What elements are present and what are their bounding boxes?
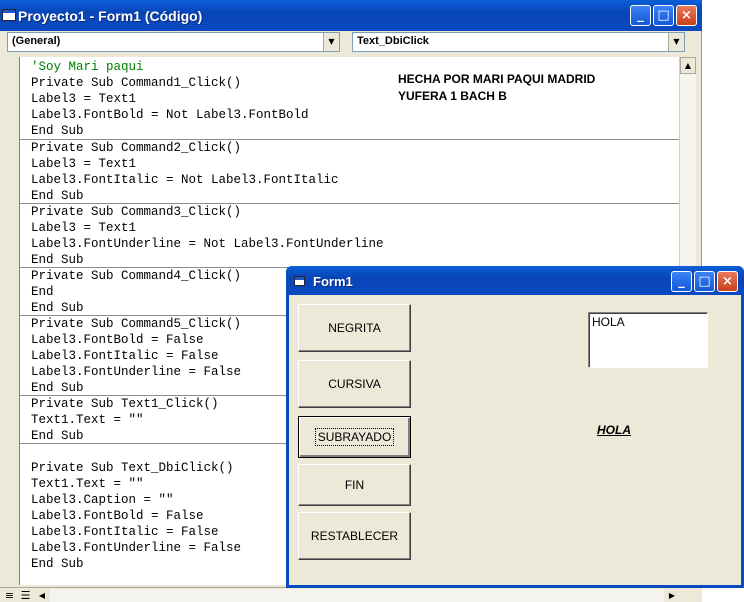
chevron-down-icon[interactable]: ▼ [668,33,684,51]
horizontal-scrollbar[interactable] [50,589,664,602]
author-note: HECHA POR MARI PAQUI MADRID YUFERA 1 BAC… [398,71,595,105]
code-line: Label3.FontItalic = Not Label3.FontItali… [31,173,339,187]
subrayado-button[interactable]: SUBRAYADO [298,416,411,458]
chevron-down-icon[interactable]: ▼ [323,33,339,51]
code-line: End Sub [31,189,84,203]
code-procedure-block: Private Sub Command2_Click() Label3 = Te… [20,139,679,204]
text1-input[interactable]: HOLA [588,312,708,368]
restablecer-button-label: RESTABLECER [310,529,399,543]
label3: HOLA [597,423,631,437]
form1-window: Form1 _ □ × NEGRITA CURSIVA SUBRAYADO FI… [286,266,744,588]
maximize-button[interactable]: □ [653,5,674,26]
form1-close-button[interactable]: × [717,271,738,292]
scroll-right-icon[interactable]: ▶ [666,589,678,602]
author-note-line-1: HECHA POR MARI PAQUI MADRID [398,72,596,86]
code-line: Label3.FontUnderline = Not Label3.FontUn… [31,237,384,251]
code-window-icon [2,9,16,21]
negrita-button-label: NEGRITA [328,321,381,335]
code-bottom-bar: ≡ ☰ ◀ ▶ [0,587,702,602]
code-line: Private Sub Command2_Click() [31,141,242,155]
code-line: Label3 = Text1 [31,157,137,171]
fin-button-label: FIN [344,478,365,492]
code-line: End Sub [31,124,84,138]
author-note-line-2: YUFERA 1 BACH B [398,89,507,103]
cursiva-button-label: CURSIVA [328,377,381,391]
close-button[interactable]: × [676,5,697,26]
scroll-left-icon[interactable]: ◀ [36,589,48,602]
code-line: Private Sub Command3_Click() [31,205,242,219]
minimize-button[interactable]: _ [630,5,651,26]
code-line: Label3 = Text1 [31,221,137,235]
cursiva-button[interactable]: CURSIVA [298,360,411,408]
negrita-button[interactable]: NEGRITA [298,304,411,352]
form1-titlebar[interactable]: Form1 _ □ × [286,266,744,295]
full-module-view-icon[interactable]: ☰ [18,589,33,602]
object-combo-value: (General) [12,35,61,47]
procedure-combo-value: Text_DbiClick [357,35,429,47]
form1-minimize-button[interactable]: _ [671,271,692,292]
procedure-view-icon[interactable]: ≡ [2,589,17,602]
code-window-titlebar[interactable]: Proyecto1 - Form1 (Código) _ □ × [0,0,702,31]
scroll-up-icon[interactable]: ▲ [680,57,696,74]
code-procedure-block: Private Sub Command3_Click() Label3 = Te… [20,203,679,268]
object-combo[interactable]: (General) ▼ [7,32,340,52]
form1-window-icon [294,276,305,286]
code-line: Label3.FontBold = Not Label3.FontBold [31,108,309,122]
code-window-title: Proyecto1 - Form1 (Código) [18,8,203,24]
form1-client-area: NEGRITA CURSIVA SUBRAYADO FIN RESTABLECE… [289,295,741,585]
restablecer-button[interactable]: RESTABLECER [298,512,411,560]
subrayado-button-label: SUBRAYADO [314,428,395,446]
form1-title: Form1 [313,274,353,289]
form1-maximize-button[interactable]: □ [694,271,715,292]
fin-button[interactable]: FIN [298,464,411,506]
procedure-combo[interactable]: Text_DbiClick ▼ [352,32,685,52]
